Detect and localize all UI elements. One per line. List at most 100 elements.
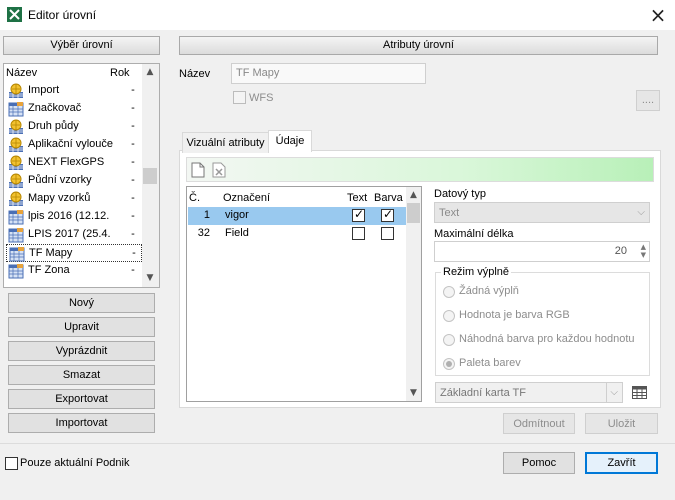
save-button[interactable]: Uložit (585, 413, 658, 434)
attribute-toolbar (186, 157, 654, 182)
table-layer-icon (8, 227, 24, 243)
list-item-name: NEXT FlexGPS (28, 156, 105, 168)
row-number: 32 (197, 227, 210, 239)
globe-layer-icon (8, 83, 24, 99)
list-item-year: - (131, 192, 135, 204)
color-checkbox[interactable] (381, 207, 394, 222)
table-row[interactable]: 1 vigor (188, 207, 406, 225)
list-item[interactable]: Značkovač - (6, 100, 142, 118)
data-type-label: Datový typ (434, 188, 486, 200)
text-checkbox[interactable] (352, 227, 365, 240)
palette-value: Základní karta TF (440, 387, 526, 399)
list-item-name: TF Mapy (29, 247, 73, 259)
list-item[interactable]: lpis 2016 (12.12. - (6, 208, 142, 226)
help-button[interactable]: Pomoc (503, 452, 575, 474)
tab-data[interactable]: Údaje (268, 130, 312, 152)
table-layer-icon (8, 209, 24, 225)
max-length-label: Maximální délka (434, 228, 514, 240)
list-scrollbar[interactable]: ▲ ▼ (142, 64, 159, 287)
reject-button[interactable]: Odmítnout (503, 413, 575, 434)
list-item-name: Značkovač (28, 102, 82, 114)
list-item[interactable]: LPIS 2017 (25.4. - (6, 226, 142, 244)
column-number: Č. (189, 192, 200, 204)
only-current-company-checkbox[interactable] (5, 457, 18, 470)
grid-header: Č. Označení Text Barva (188, 190, 406, 206)
list-item[interactable]: Půdní vzorky - (6, 172, 142, 190)
fill-mode-title: Režim výplně (441, 266, 512, 278)
scroll-up-icon[interactable]: ▲ (142, 65, 158, 79)
fill-rgb-radio[interactable] (443, 310, 455, 322)
excel-app-icon (7, 7, 22, 22)
globe-layer-icon (8, 155, 24, 171)
row-label: Field (225, 227, 249, 239)
fill-random-radio[interactable] (443, 334, 455, 346)
color-checkbox[interactable] (381, 227, 394, 240)
footer-divider (0, 443, 675, 444)
chevron-down-icon: ⌵ (606, 383, 618, 403)
name-field[interactable]: TF Mapy (231, 63, 426, 84)
new-document-icon[interactable] (191, 162, 205, 178)
list-item-name: Aplikační vylouče (28, 138, 113, 150)
list-item-year: - (131, 210, 135, 222)
max-length-stepper[interactable]: 20 ▲ ▼ (434, 241, 650, 262)
fill-palette-label: Paleta barev (459, 357, 521, 369)
fill-palette-radio[interactable] (443, 358, 455, 370)
wfs-checkbox[interactable] (233, 91, 246, 104)
text-checkbox[interactable] (352, 207, 365, 222)
table-grid-icon[interactable] (632, 386, 647, 399)
list-item-year: - (131, 84, 135, 96)
list-item-name: Druh půdy (28, 120, 79, 132)
export-button[interactable]: Exportovat (8, 389, 155, 409)
spin-arrows-icon[interactable]: ▲ ▼ (641, 243, 646, 259)
level-selection-header: Výběr úrovní (3, 36, 160, 55)
row-number: 1 (203, 209, 210, 221)
list-item-year: - (131, 174, 135, 186)
data-type-value: Text (439, 207, 460, 219)
list-item[interactable]: Druh půdy - (6, 118, 142, 136)
new-button[interactable]: Nový (8, 293, 155, 313)
list-item[interactable]: Mapy vzorků - (6, 190, 142, 208)
clear-button[interactable]: Vyprázdnit (8, 341, 155, 361)
list-item-year: - (131, 120, 135, 132)
attributes-grid[interactable]: Č. Označení Text Barva 1 vigor 32 Field ▲ ▼ (186, 186, 422, 402)
list-item[interactable]: TF Mapy - (6, 244, 142, 262)
list-item-year: - (131, 102, 135, 114)
scroll-down-icon[interactable]: ▼ (142, 271, 158, 285)
max-length-value: 20 (614, 245, 627, 257)
grid-scroll-thumb[interactable] (407, 203, 420, 223)
grid-scroll-down-icon[interactable]: ▼ (406, 386, 421, 400)
table-row[interactable]: 32 Field (188, 225, 406, 243)
column-label: Označení (223, 192, 271, 204)
fill-rgb-label: Hodnota je barva RGB (459, 309, 570, 321)
tab-visual-attributes[interactable]: Vizuální atributy (182, 132, 269, 153)
list-item-name: LPIS 2017 (25.4. (28, 228, 111, 240)
grid-scrollbar[interactable]: ▲ ▼ (406, 187, 421, 401)
list-item-name: Půdní vzorky (28, 174, 92, 186)
column-text: Text (347, 192, 368, 204)
fill-none-radio[interactable] (443, 286, 455, 298)
close-button[interactable]: Zavřít (585, 452, 658, 474)
list-item[interactable]: TF Zona - (6, 262, 142, 280)
grid-scroll-up-icon[interactable]: ▲ (406, 188, 421, 202)
chevron-down-icon: ⌵ (637, 207, 645, 218)
list-item[interactable]: Aplikační vylouče - (6, 136, 142, 154)
table-layer-icon (8, 101, 24, 117)
data-type-select[interactable]: Text ⌵ (434, 202, 650, 223)
edit-button[interactable]: Upravit (8, 317, 155, 337)
scroll-thumb[interactable] (143, 168, 157, 184)
fill-random-label: Náhodná barva pro každou hodnotu (459, 333, 635, 345)
list-item-year: - (131, 228, 135, 240)
close-icon[interactable]: × (645, 2, 671, 28)
delete-document-icon[interactable] (212, 162, 226, 178)
palette-select[interactable]: Základní karta TF ⌵ (435, 382, 623, 403)
column-name: Název (6, 67, 38, 79)
list-item-name: Mapy vzorků (28, 192, 91, 204)
only-current-company-label: Pouze aktuální Podnik (20, 457, 130, 469)
delete-button[interactable]: Smazat (8, 365, 155, 385)
list-item-year: - (132, 247, 136, 259)
import-button[interactable]: Importovat (8, 413, 155, 433)
more-options-button[interactable]: .... (636, 90, 660, 111)
list-item[interactable]: Import - (6, 82, 142, 100)
level-list[interactable]: Název Rok Import - Značkovač - Druh půdy - Apl… (3, 63, 160, 288)
list-item[interactable]: NEXT FlexGPS - (6, 154, 142, 172)
